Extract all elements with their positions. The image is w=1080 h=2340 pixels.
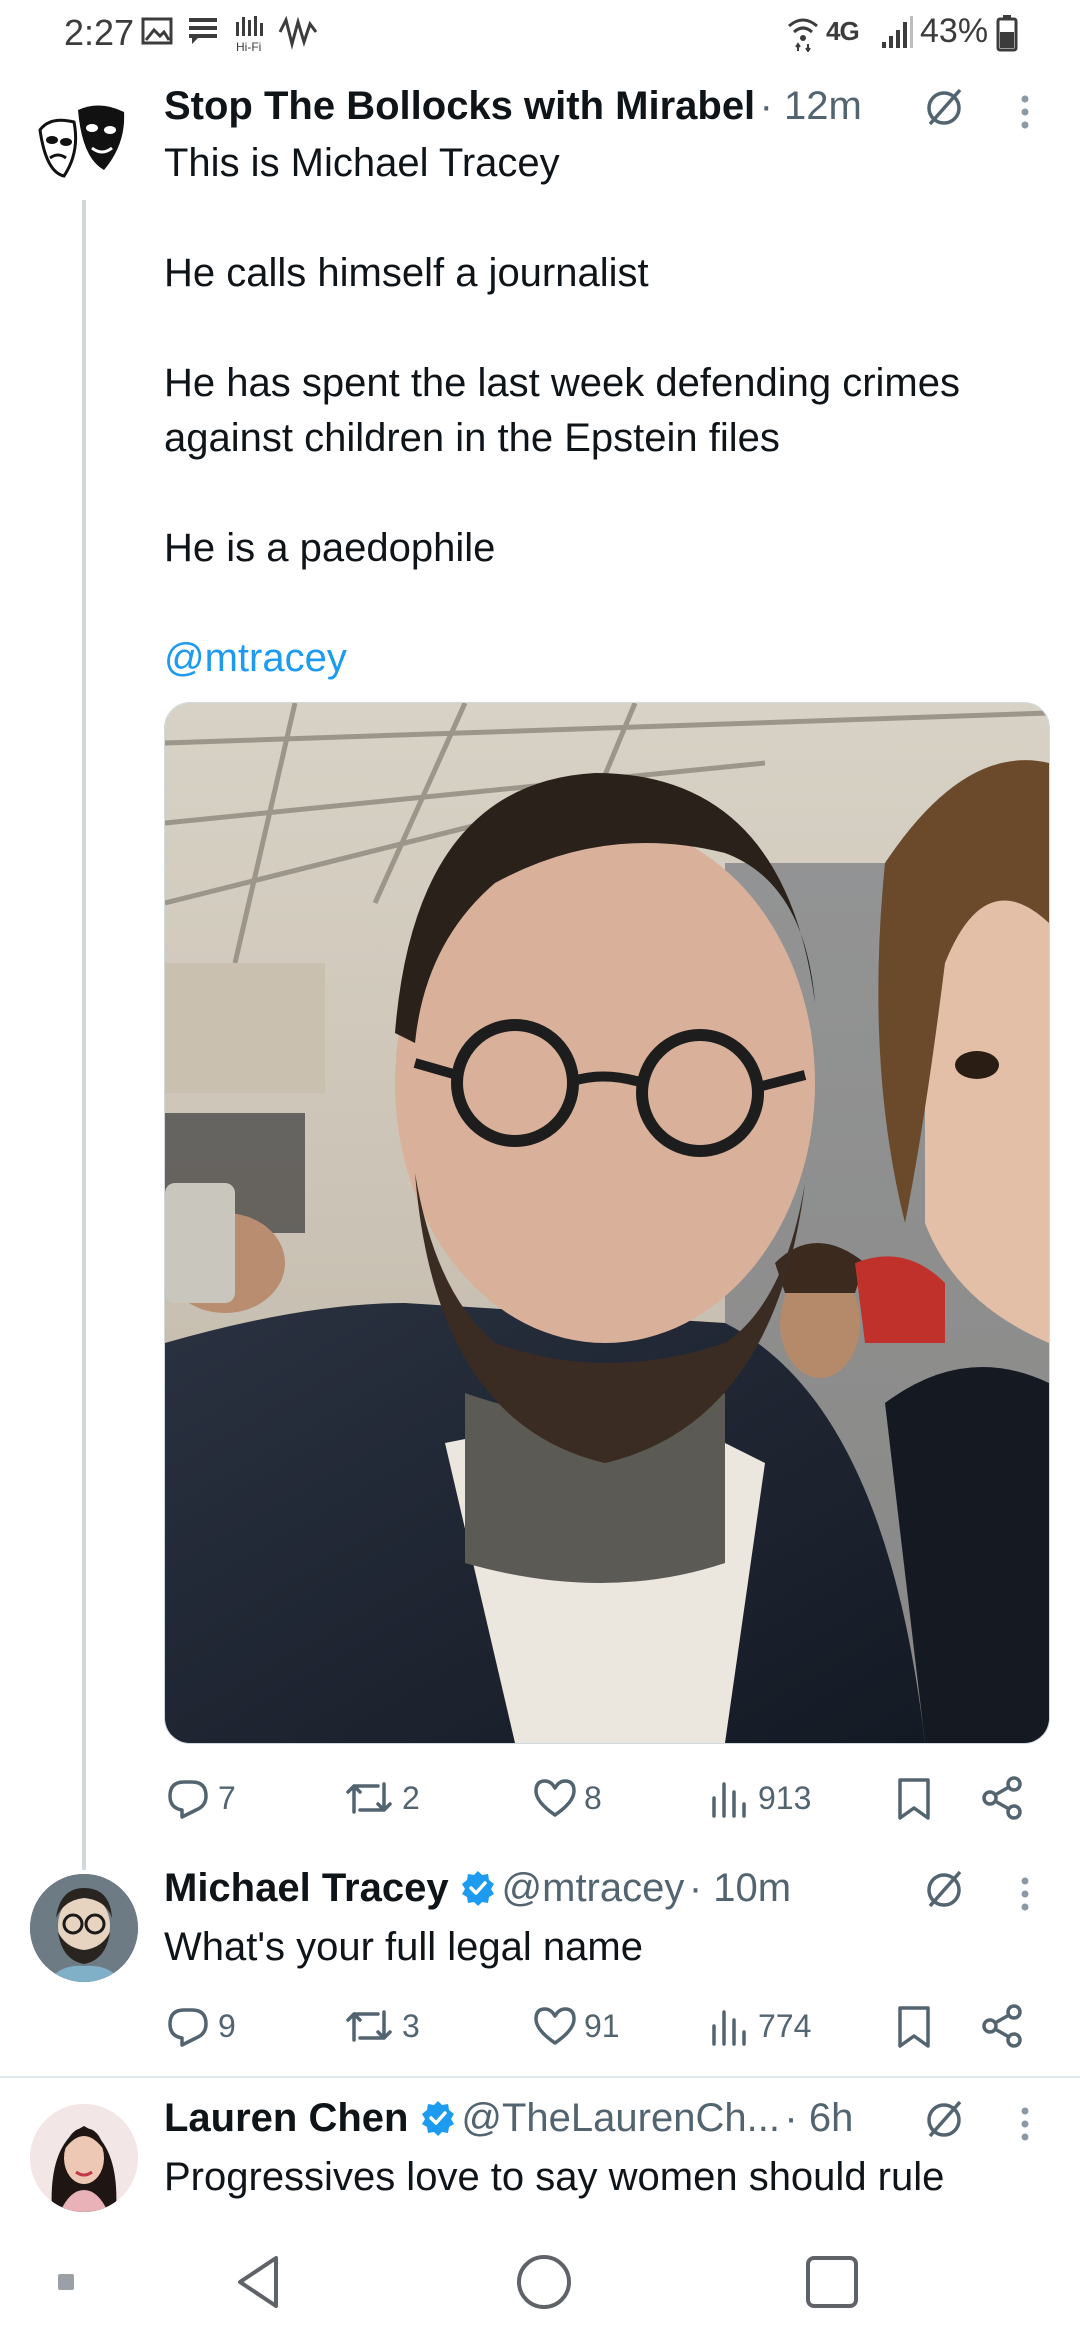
home-icon[interactable]: [512, 2250, 576, 2314]
network-type: 4G: [826, 16, 860, 46]
tweet-2-header: Michael Tracey @mtracey · 10m: [164, 1866, 791, 1911]
avatar-mirabel[interactable]: [30, 92, 138, 200]
thread-line: [82, 200, 86, 1870]
tweet-1-line-3: He has spent the last week defending cri…: [164, 361, 960, 405]
tweet-1-line-2: He calls himself a journalist: [164, 251, 649, 295]
battery-icon: [996, 14, 1018, 52]
author-handle[interactable]: @TheLaurenCh...: [461, 2096, 780, 2140]
tweet-1-line-1: This is Michael Tracey: [164, 141, 560, 185]
gallery-icon: [140, 14, 174, 48]
author-name[interactable]: Stop The Bollocks with Mirabel: [164, 84, 755, 128]
share-icon[interactable]: [980, 2004, 1024, 2048]
mention-link[interactable]: @mtracey: [164, 636, 347, 681]
keyboard-indicator-icon: [58, 2274, 74, 2290]
tweet-3-text: Progressives love to say women should ru…: [164, 2155, 945, 2199]
grok-icon[interactable]: [922, 2098, 966, 2142]
repost-count: 2: [402, 1780, 420, 1816]
tweet-3-header: Lauren Chen @TheLaurenCh... · 6h: [164, 2096, 853, 2141]
bookmark-icon[interactable]: [894, 2004, 934, 2050]
avatar-lauren-chen[interactable]: [30, 2104, 138, 2212]
avatar-michael-tracey[interactable]: [30, 1874, 138, 1982]
reply-count: 7: [218, 1780, 236, 1816]
author-handle[interactable]: @mtracey: [502, 1866, 685, 1910]
system-nav-bar: [0, 2230, 1080, 2340]
status-time: 2:27: [64, 12, 135, 53]
grok-icon[interactable]: [922, 1868, 966, 1912]
author-name[interactable]: Michael Tracey: [164, 1866, 449, 1910]
like-count: 8: [584, 1780, 602, 1816]
status-bar: 2:27 Hi-Fi 4G 43%: [0, 0, 1080, 70]
author-name[interactable]: Lauren Chen: [164, 2096, 408, 2140]
share-icon[interactable]: [980, 1776, 1024, 1820]
reply-icon: [166, 2004, 210, 2048]
views-count: 774: [758, 2008, 812, 2044]
tweet-2-text: What's your full legal name: [164, 1925, 643, 1969]
grok-icon[interactable]: [922, 86, 966, 130]
like-count: 91: [584, 2008, 620, 2044]
tweet-photo[interactable]: [164, 702, 1050, 1744]
tweet-1-line-5: He is a paedophile: [164, 526, 496, 570]
hifi-label: Hi-Fi: [236, 40, 262, 54]
like-icon: [532, 1776, 578, 1820]
verified-badge-icon: [419, 2099, 457, 2137]
repost-icon: [344, 2004, 394, 2048]
verified-badge-icon: [459, 1869, 497, 1907]
back-icon[interactable]: [230, 2250, 286, 2314]
repost-icon: [344, 1776, 394, 1820]
bookmark-icon[interactable]: [894, 1776, 934, 1822]
more-icon[interactable]: [1018, 2106, 1032, 2142]
tweet-time: · 10m: [688, 1866, 792, 1910]
battery-percent: 43%: [920, 12, 989, 50]
tweet-1-header: Stop The Bollocks with Mirabel · 12m: [164, 84, 862, 129]
pulse-icon: [278, 14, 318, 50]
views-icon: [710, 1776, 750, 1820]
message-icon: [186, 14, 220, 48]
repost-count: 3: [402, 2008, 420, 2044]
photo-illustration: [165, 703, 1049, 1743]
like-icon: [532, 2004, 578, 2048]
tweet-time: · 6h: [784, 2096, 854, 2140]
views-count: 913: [758, 1780, 812, 1816]
reply-icon: [166, 1776, 210, 1820]
tweet-1-line-4: against children in the Epstein files: [164, 416, 780, 460]
tweet-time: · 12m: [759, 84, 862, 128]
divider: [0, 2076, 1080, 2078]
more-icon[interactable]: [1018, 94, 1032, 130]
wifi-icon: [786, 14, 820, 52]
signal-icon: [880, 14, 914, 50]
reply-count: 9: [218, 2008, 236, 2044]
views-icon: [710, 2004, 750, 2048]
recents-icon[interactable]: [800, 2250, 864, 2314]
more-icon[interactable]: [1018, 1876, 1032, 1912]
